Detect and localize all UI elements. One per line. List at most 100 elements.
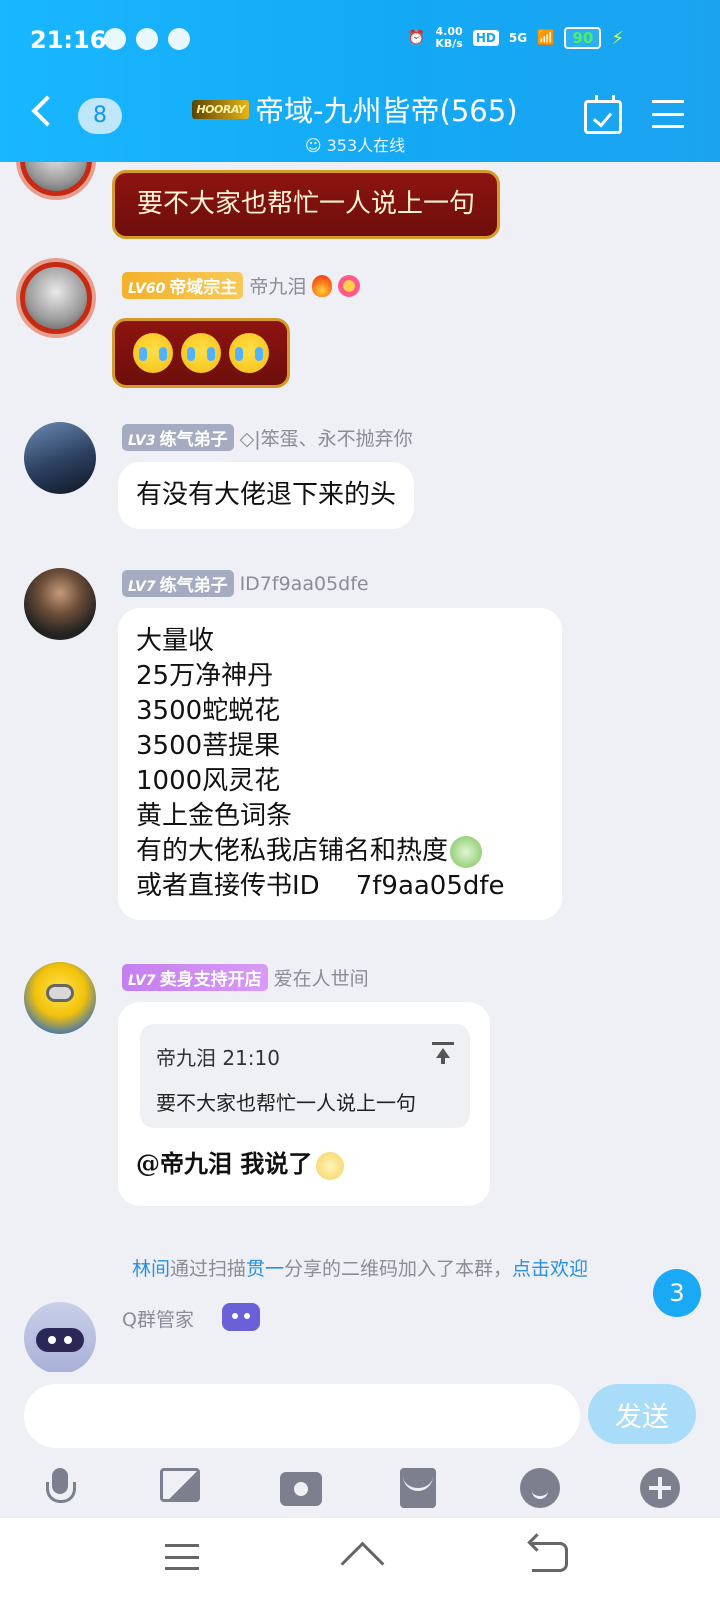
message-input[interactable]: [24, 1384, 580, 1448]
message-bubble[interactable]: 要不大家也帮忙一人说上一句: [112, 170, 501, 239]
sender-name[interactable]: 帝九泪: [249, 272, 306, 299]
recent-apps-icon[interactable]: [165, 1544, 199, 1570]
plus-icon[interactable]: [640, 1468, 680, 1508]
message-line: 大量收: [136, 626, 215, 656]
online-icon: ☺: [304, 136, 322, 155]
rank-title: 练气弟子: [159, 430, 228, 450]
back-nav-icon[interactable]: [532, 1542, 568, 1572]
red-packet-icon[interactable]: [400, 1468, 436, 1508]
message-line: 黄上金色词条: [136, 801, 293, 831]
camera-icon[interactable]: [280, 1472, 322, 1506]
reply-text: @帝九泪 我说了: [136, 1144, 345, 1180]
dog-emoji-icon: [450, 835, 483, 868]
header: 21:16 ⏰ 4.00 KB/s HD 5G 📶 90 ⚡ 8 HOORAY …: [0, 0, 720, 162]
message-line: 25万净神丹: [136, 661, 274, 691]
quoted-message[interactable]: 帝九泪 21:10 要不大家也帮忙一人说上一句: [140, 1024, 470, 1128]
quote-text: 要不大家也帮忙一人说上一句: [156, 1091, 416, 1115]
status-time: 21:16: [30, 26, 107, 54]
wifi-icon: 📶: [537, 30, 555, 46]
system-nav-bar: [0, 1518, 720, 1606]
message-line: 3500蛇蜕花: [136, 696, 281, 726]
level-badge: LV60 帝域宗主: [122, 272, 244, 299]
level-badge: LV7 练气弟子: [122, 570, 234, 597]
message-bubble[interactable]: 有没有大佬退下来的头: [118, 462, 415, 529]
rank-title: 练气弟子: [159, 576, 228, 596]
sender-name[interactable]: ◇|笨蛋、永不抛弃你: [240, 424, 413, 451]
level-badge: LV3 练气弟子: [122, 424, 234, 451]
message-line: 有的大佬私我店铺名和热度: [136, 834, 544, 869]
level-text: LV7: [128, 579, 156, 595]
sender-name[interactable]: 爱在人世间: [274, 964, 369, 991]
hd-icon: HD: [472, 30, 499, 46]
image-icon[interactable]: [160, 1468, 200, 1502]
jump-to-quote-icon[interactable]: [432, 1042, 454, 1064]
microphone-icon[interactable]: [40, 1468, 80, 1508]
charging-icon: ⚡: [611, 27, 624, 49]
level-text: LV7: [128, 973, 156, 989]
checkin-calendar-icon[interactable]: [584, 95, 622, 134]
level-text: LV3: [128, 433, 156, 449]
sender-info: LV7 卖身支持开店 爱在人世间: [122, 964, 369, 991]
level-text: LV60: [128, 281, 166, 297]
avatar[interactable]: [20, 162, 92, 196]
message-bubble[interactable]: [112, 318, 290, 388]
home-icon[interactable]: [340, 1542, 382, 1570]
welcome-link[interactable]: 点击欢迎: [512, 1258, 588, 1280]
new-message-count-button[interactable]: 3: [653, 1269, 701, 1317]
notice-text: 通过扫描: [169, 1258, 246, 1280]
avatar[interactable]: [24, 422, 96, 494]
avatar[interactable]: [24, 1302, 96, 1372]
message-bubble[interactable]: 大量收 25万净神丹 3500蛇蜕花 3500菩提果 1000风灵花 黄上金色词…: [118, 608, 562, 920]
signal-icon: 5G: [508, 31, 528, 45]
message-line: 或者直接传书ID 7f9aa05dfe: [136, 869, 544, 904]
message-text: 要不大家也帮忙一人说上一句: [137, 189, 476, 219]
laughing-crying-emoji-icon: [133, 333, 173, 373]
send-button[interactable]: 发送: [588, 1384, 696, 1444]
chat-list[interactable]: 要不大家也帮忙一人说上一句 LV60 帝域宗主 帝九泪 LV3 练气弟子 ◇|笨蛋、…: [0, 162, 720, 1372]
avatar[interactable]: [20, 262, 92, 334]
emoji-icon[interactable]: [520, 1468, 560, 1508]
rank-title: 卖身支持开店: [159, 970, 262, 990]
unread-count-badge[interactable]: 8: [78, 98, 122, 134]
message-line: 3500菩提果: [136, 731, 281, 761]
hooray-badge-icon: HOORAY: [192, 99, 250, 119]
game-notification-icon: [168, 28, 190, 50]
speed-unit: KB/s: [435, 37, 463, 50]
laughing-crying-emoji-icon: [181, 333, 221, 373]
sender-info: LV7 练气弟子 ID7f9aa05dfe: [122, 570, 369, 597]
notification-icons: [104, 28, 190, 50]
sender-name[interactable]: ID7f9aa05dfe: [240, 573, 369, 595]
quote-author: 帝九泪 21:10: [156, 1046, 280, 1070]
back-button[interactable]: [24, 92, 64, 132]
robot-icon: [222, 1303, 260, 1331]
avatar[interactable]: [24, 962, 96, 1034]
notice-text: 分享的二维码加入了本群，: [284, 1258, 513, 1280]
sender-info: LV60 帝域宗主 帝九泪: [122, 272, 361, 299]
browser-notification-icon: [136, 28, 158, 50]
battery-icon: 90: [564, 27, 602, 49]
emoji-row: [133, 333, 269, 373]
sender-info: LV3 练气弟子 ◇|笨蛋、永不抛弃你: [122, 424, 413, 451]
menu-icon[interactable]: [652, 100, 684, 128]
shop-id-text: 7f9aa05dfe: [355, 871, 505, 901]
message-line-text: 有的大佬私我店铺名和热度: [136, 836, 449, 866]
chat-title-area[interactable]: HOORAY 帝域-九州皆帝(565) ☺ 353人在线: [155, 88, 555, 156]
sender-name[interactable]: Q群管家: [122, 1305, 194, 1332]
inviter-link[interactable]: 贯一: [246, 1258, 284, 1280]
status-bar: 21:16 ⏰ 4.00 KB/s HD 5G 📶 90 ⚡: [0, 22, 720, 62]
group-title: 帝域-九州皆帝(565): [255, 94, 518, 128]
online-text: 353人在线: [326, 136, 406, 155]
avatar[interactable]: [24, 568, 96, 640]
minion-eye-icon: [46, 984, 74, 1002]
new-member-link[interactable]: 林间: [132, 1258, 170, 1280]
fire-icon: [312, 274, 333, 297]
bot-face-icon: [36, 1328, 84, 1352]
online-count: ☺ 353人在线: [155, 132, 555, 156]
flower-icon: [338, 274, 361, 297]
reply-content: @帝九泪 我说了: [136, 1149, 313, 1178]
shy-emoji-icon: [316, 1151, 345, 1180]
input-toolbar: [0, 1468, 720, 1516]
level-badge: LV7 卖身支持开店: [122, 964, 268, 991]
system-icons: ⏰ 4.00 KB/s HD 5G 📶 90 ⚡: [408, 26, 624, 50]
system-notice: 林间通过扫描贯一分享的二维码加入了本群，点击欢迎: [0, 1254, 720, 1281]
